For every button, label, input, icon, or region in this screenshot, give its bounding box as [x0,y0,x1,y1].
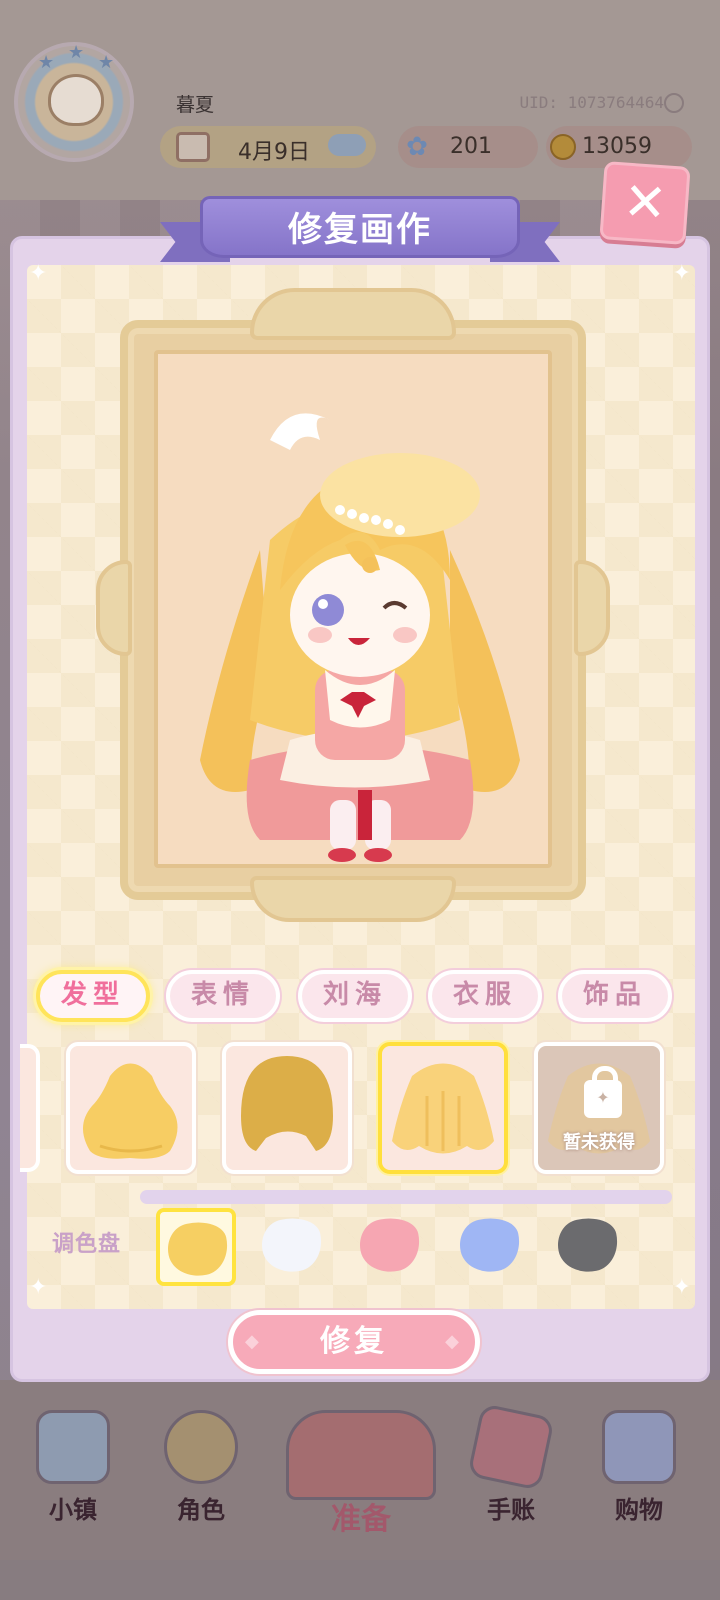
sparkle-icon: ✦ [29,261,48,286]
frame-ornament-left [96,560,132,656]
item-slot-hair-2[interactable] [222,1042,352,1174]
swatch-gray[interactable] [550,1208,630,1286]
nav-label: 小镇 [49,1496,97,1524]
swatch-blue[interactable] [452,1208,532,1286]
star-icon: ★ [38,52,55,73]
weather-cloud-icon [328,134,366,156]
dialog-title: 修复画作 [288,210,432,250]
bottom-strip [0,1560,720,1600]
gem-count: 201 [450,134,492,159]
diamond-icon: ◆ [245,1331,263,1352]
swatch-yellow[interactable] [156,1208,236,1286]
sparkle-icon: ✦ [29,1275,48,1300]
item-slot-locked[interactable]: 暂未获得 [534,1042,664,1174]
nav-shopping[interactable]: 购物 [584,1400,694,1540]
flower-gem-icon: ✿ [406,132,428,162]
date-text: 4月9日 [238,140,310,165]
item-slot-partial[interactable] [20,1044,40,1172]
tab-expression[interactable]: 表情 [166,970,280,1022]
player-name: 暮夏 [176,94,215,116]
repair-button[interactable]: ◆ 修复 ◆ [228,1310,480,1374]
nav-character[interactable]: 角色 [146,1400,256,1540]
item-slot-hair-1[interactable] [66,1042,196,1174]
title-ribbon: 修复画作 [160,188,560,274]
color-swatch [163,1216,233,1282]
swatch-pink[interactable] [352,1208,432,1286]
nav-label: 准备 [331,1502,391,1537]
tab-clothes[interactable]: 衣服 [428,970,542,1022]
gem-counter[interactable]: ✿ 201 [398,126,538,168]
coin-count: 13059 [582,134,652,159]
dog-portrait-icon [48,74,104,126]
nav-journal[interactable]: 手账 [456,1400,566,1540]
color-swatch [355,1212,425,1278]
hair-bun-icon [82,1063,178,1159]
lock-icon [584,1066,622,1118]
character-icon [164,1410,238,1484]
map-icon [36,1410,110,1484]
close-button[interactable]: ✕ [599,161,691,245]
character-preview [200,413,520,862]
shopping-bag-icon [602,1410,676,1484]
tab-accessories[interactable]: 饰品 [558,970,672,1022]
nav-label: 手账 [487,1496,535,1524]
hair-long-icon [392,1063,494,1154]
frame-ornament-top [250,288,456,340]
close-icon: ✕ [621,171,669,235]
color-swatch [553,1212,623,1278]
item-slot-hair-3[interactable] [378,1042,508,1174]
repair-label: 修复 [320,1324,388,1359]
journal-icon [467,1403,555,1491]
sparkle-icon: ✦ [672,261,691,286]
nav-label: 角色 [177,1496,225,1524]
color-swatch [455,1212,525,1278]
star-icon: ★ [68,42,85,63]
copy-icon[interactable] [664,93,684,113]
uid-text: UID: 1073764464 [519,93,665,112]
palette-label: 调色盘 [52,1232,122,1257]
frame-ornament-right [574,560,610,656]
calendar-icon [176,132,210,162]
frame-ornament-bottom [250,876,456,922]
diamond-icon: ◆ [445,1331,463,1352]
hair-bob-icon [241,1056,333,1151]
nav-label: 购物 [615,1496,663,1524]
nav-prepare[interactable]: 准备 [276,1400,446,1540]
color-swatch [257,1212,327,1278]
tab-hairstyle[interactable]: 发型 [36,970,150,1022]
locked-label: 暂未获得 [563,1132,635,1153]
swatch-white[interactable] [254,1208,334,1286]
items-scrollbar[interactable] [140,1190,672,1204]
coin-icon [550,134,576,160]
tab-bangs[interactable]: 刘海 [298,970,412,1022]
sparkle-icon: ✦ [672,1275,691,1300]
player-avatar[interactable]: ★ ★ ★ [14,42,134,162]
date-pill[interactable]: 4月9日 [160,126,376,168]
star-icon: ★ [98,52,115,73]
nav-town[interactable]: 小镇 [18,1400,128,1540]
dress-icon [286,1410,436,1500]
